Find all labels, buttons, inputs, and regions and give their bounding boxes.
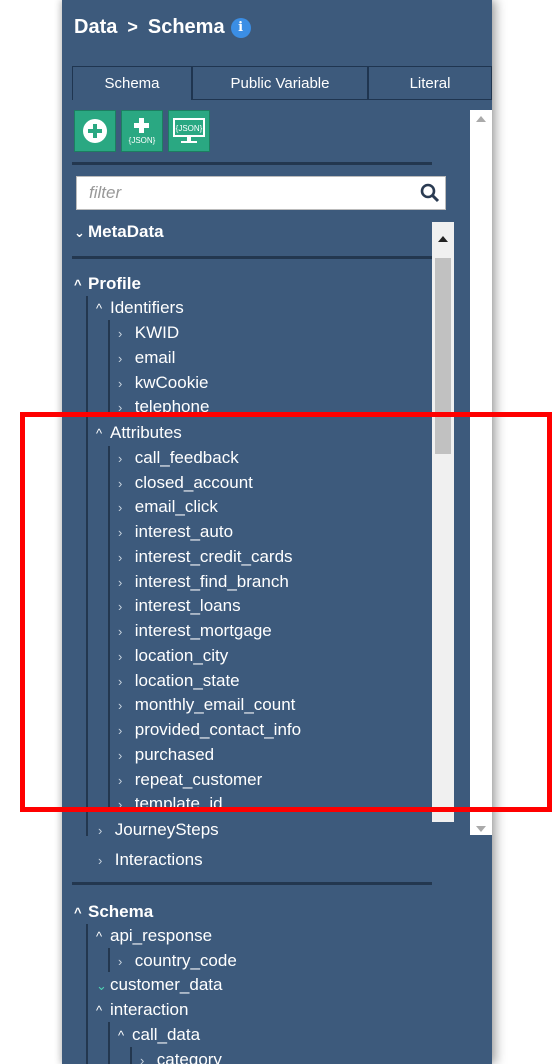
- chevron-down-icon: ⌄: [74, 225, 85, 240]
- tree-node-interaction[interactable]: ^ interaction: [96, 1000, 188, 1020]
- chevron-up-icon: ^: [96, 1003, 103, 1018]
- tree-node-call-data[interactable]: ^ call_data: [118, 1025, 200, 1045]
- tree-node-label: email: [134, 348, 176, 367]
- tree-guide-line: [108, 320, 110, 412]
- tree-node-label: MetaData: [88, 222, 164, 241]
- scroll-up-arrow-icon[interactable]: [476, 116, 486, 122]
- chevron-up-icon: ^: [96, 301, 103, 316]
- chevron-up-icon: ^: [118, 1028, 125, 1043]
- tree-node-label: telephone: [134, 397, 210, 413]
- tree-node-country-code[interactable]: › country_code: [118, 951, 237, 971]
- chevron-up-icon: ^: [74, 277, 82, 292]
- tree-node-label: api_response: [110, 926, 213, 945]
- tree-node-label: country_code: [134, 951, 237, 970]
- tree-guide-line: [86, 924, 88, 1064]
- tree-node-identifiers[interactable]: ^ Identifiers: [96, 298, 184, 318]
- scroll-down-arrow-icon[interactable]: [476, 826, 486, 832]
- chevron-right-icon: ›: [98, 823, 103, 838]
- chevron-right-icon: ›: [140, 1053, 145, 1064]
- tree-guide-line: [108, 1022, 110, 1064]
- tree-guide-line: [130, 1047, 132, 1064]
- tree-node-label: call_data: [132, 1025, 201, 1044]
- tree-node-kwid[interactable]: › KWID: [118, 323, 179, 343]
- tree-node-label: JourneySteps: [114, 820, 219, 839]
- chevron-down-icon: ⌄: [96, 978, 107, 993]
- tree-node-telephone[interactable]: › telephone: [118, 397, 209, 413]
- tree-node-schema[interactable]: ^ Schema: [74, 902, 153, 922]
- tree-node-interactions[interactable]: › Interactions: [98, 850, 203, 870]
- highlight-box: [20, 412, 552, 812]
- chevron-right-icon: ›: [118, 326, 123, 341]
- tree-node-category[interactable]: › category: [140, 1050, 222, 1064]
- tree-guide-line: [108, 948, 110, 972]
- tree-node-label: Schema: [88, 902, 154, 921]
- tree-node-journey-steps[interactable]: › JourneySteps: [98, 820, 219, 840]
- tree-node-label: interaction: [110, 1000, 189, 1019]
- tree-node-profile[interactable]: ^ Profile: [74, 274, 141, 294]
- chevron-right-icon: ›: [118, 351, 123, 366]
- tree-node-label: Profile: [88, 274, 141, 293]
- chevron-right-icon: ›: [118, 376, 123, 391]
- tree-node-label: kwCookie: [134, 373, 209, 392]
- divider: [72, 882, 432, 885]
- tree-node-email[interactable]: › email: [118, 348, 175, 368]
- chevron-right-icon: ›: [118, 954, 123, 969]
- scroll-up-arrow-icon[interactable]: [438, 236, 448, 242]
- chevron-right-icon: ›: [98, 853, 103, 868]
- tree-node-label: Interactions: [114, 850, 203, 869]
- tree-node-metadata[interactable]: ⌄ MetaData: [74, 222, 164, 242]
- chevron-up-icon: ^: [96, 929, 103, 944]
- tree-node-label: Identifiers: [110, 298, 184, 317]
- tree-node-customer-data[interactable]: ⌄ customer_data: [96, 975, 222, 995]
- divider: [72, 256, 432, 259]
- tree-node-label: KWID: [134, 323, 180, 342]
- chevron-up-icon: ^: [74, 905, 82, 920]
- tree-node-label: category: [156, 1050, 222, 1064]
- tree-node-api-response[interactable]: ^ api_response: [96, 926, 212, 946]
- tree-node-label: customer_data: [110, 975, 223, 994]
- tree-node-kwcookie[interactable]: › kwCookie: [118, 373, 208, 393]
